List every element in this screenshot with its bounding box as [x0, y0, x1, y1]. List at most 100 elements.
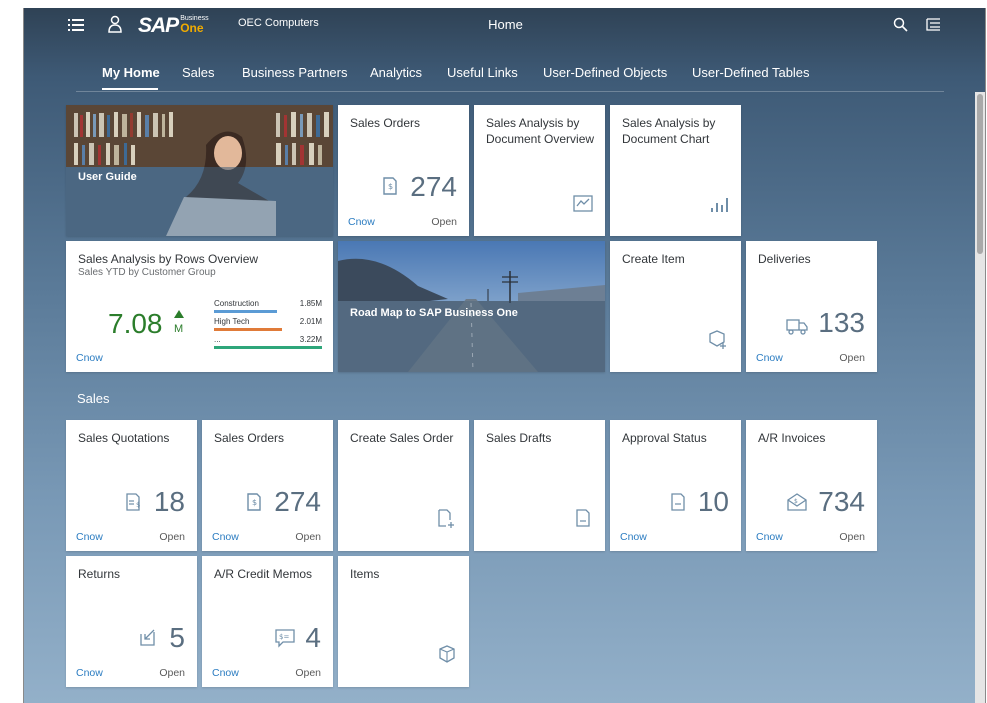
bar-value: 2.01M [299, 317, 322, 326]
tile-title: Sales Orders [214, 431, 285, 445]
delivery-truck-icon [786, 319, 808, 335]
tile-sales-analysis-document-chart[interactable]: Sales Analysis by Document Chart [610, 105, 741, 236]
bar-value: 1.85M [299, 299, 322, 308]
tile-count: 734 [818, 486, 865, 517]
tile-count: 4 [305, 622, 321, 653]
user-icon[interactable] [108, 15, 122, 33]
refresh-status: Cnow [76, 531, 103, 543]
tile-count: 274 [410, 171, 457, 202]
tile-title: Sales Drafts [486, 431, 552, 445]
refresh-status: Cnow [212, 531, 239, 543]
refresh-status: Cnow [756, 531, 783, 543]
tile-count: 274 [274, 486, 321, 517]
credit-memo-icon: $= [275, 629, 295, 648]
tile-user-guide-caption: User Guide [78, 171, 137, 183]
tile-ar-invoices[interactable]: A/R Invoices $ 734 Cnow Open [746, 420, 877, 551]
sap-business-one-logo[interactable]: SAP Business One [138, 15, 209, 37]
tab-useful-links[interactable]: Useful Links [447, 65, 518, 80]
tab-analytics[interactable]: Analytics [370, 65, 422, 80]
tile-sales-quotations[interactable]: Sales Quotations $ 18 Cnow Open [66, 420, 197, 551]
sales-order-document-icon: $ [247, 493, 261, 511]
draft-document-icon [576, 509, 590, 527]
kpi-value: 7.08 [108, 308, 163, 339]
search-icon[interactable] [893, 17, 908, 32]
bar-label: ... [214, 335, 221, 344]
logo-one-text: One [180, 21, 204, 35]
bar-value: 3.22M [299, 335, 322, 344]
tile-sales-analysis-document-overview[interactable]: Sales Analysis by Document Overview [474, 105, 605, 236]
tile-status-label: Open [159, 531, 185, 543]
tile-sales-orders[interactable]: Sales Orders $ 274 Cnow Open [202, 420, 333, 551]
tile-sales-analysis-rows-overview[interactable]: Sales Analysis by Rows Overview Sales YT… [66, 241, 333, 372]
active-tab-indicator [102, 88, 158, 90]
svg-text:$: $ [794, 498, 798, 505]
refresh-status: Cnow [620, 531, 647, 543]
bar-fill [214, 328, 283, 331]
tile-approval-status[interactable]: Approval Status 10 Cnow [610, 420, 741, 551]
tile-create-item[interactable]: Create Item [610, 241, 741, 372]
tab-my-home[interactable]: My Home [102, 65, 160, 80]
tile-title: Deliveries [758, 252, 811, 266]
tile-sales-drafts[interactable]: Sales Drafts [474, 420, 605, 551]
tile-title: A/R Invoices [758, 431, 826, 445]
tile-status-label: Open [295, 667, 321, 679]
tile-status-label: Open [839, 531, 865, 543]
tile-title: Sales Analysis by Document Overview [486, 116, 595, 146]
tile-title: Sales Orders [350, 116, 421, 130]
tile-ar-credit-memos[interactable]: A/R Credit Memos $= 4 Cnow Open [202, 556, 333, 687]
tile-items[interactable]: Items [338, 556, 469, 687]
tile-title: Approval Status [622, 431, 707, 445]
create-item-icon [709, 330, 726, 349]
tile-status-label: Open [159, 667, 185, 679]
tile-user-guide[interactable]: User Guide [66, 105, 333, 236]
bar-fill [214, 310, 277, 313]
tile-road-map-caption: Road Map to SAP Business One [350, 307, 518, 319]
tile-deliveries[interactable]: Deliveries 133 Cnow Open [746, 241, 877, 372]
tile-create-sales-order[interactable]: Create Sales Order [338, 420, 469, 551]
svg-text:$: $ [136, 501, 140, 509]
tile-status-label: Open [431, 216, 457, 228]
tab-bar: My Home Sales Business Partners Analytic… [76, 59, 944, 92]
tile-count: 10 [697, 486, 729, 517]
bar-chart-icon [711, 198, 728, 212]
tile-status-label: Open [839, 352, 865, 364]
refresh-icon: C [212, 531, 220, 543]
tile-title: Returns [78, 567, 121, 581]
tile-title: Create Item [622, 252, 685, 266]
refresh-status: Cnow [76, 667, 103, 679]
tile-count: 5 [169, 622, 185, 653]
tab-sales[interactable]: Sales [182, 65, 215, 80]
invoice-envelope-icon: $ [787, 493, 807, 511]
refresh-status: Cnow [212, 667, 239, 679]
bar-fill [214, 346, 322, 349]
refresh-status: Cnow [76, 352, 103, 364]
refresh-icon: C [212, 667, 220, 679]
tab-user-defined-tables[interactable]: User-Defined Tables [692, 65, 810, 80]
tile-subtitle: Sales YTD by Customer Group [78, 267, 216, 278]
report-overview-icon [573, 195, 593, 212]
refresh-icon: C [348, 216, 356, 228]
tile-title: Items [350, 567, 380, 581]
refresh-icon: C [76, 352, 84, 364]
tile-returns[interactable]: Returns 5 Cnow Open [66, 556, 197, 687]
bar-label: Construction [214, 299, 259, 308]
svg-text:$: $ [388, 182, 393, 191]
tile-count: 18 [153, 486, 185, 517]
tab-business-partners[interactable]: Business Partners [242, 65, 348, 80]
refresh-icon: C [620, 531, 628, 543]
approval-document-icon [671, 493, 685, 511]
refresh-icon: C [756, 531, 764, 543]
refresh-icon: C [756, 352, 764, 364]
menu-icon[interactable] [68, 17, 84, 33]
section-title-sales: Sales [77, 391, 110, 406]
tile-road-map[interactable]: Road Map to SAP Business One [338, 241, 605, 372]
tile-title: Sales Analysis by Document Chart [622, 116, 716, 146]
company-name[interactable]: OEC Computers [238, 17, 319, 29]
quotation-document-icon: $ [126, 493, 140, 511]
scrollbar-thumb[interactable] [977, 94, 983, 254]
return-arrow-icon [140, 629, 155, 646]
notifications-icon[interactable] [926, 17, 941, 32]
sales-order-document-icon: $ [383, 177, 397, 195]
tile-sales-orders-home[interactable]: Sales Orders $ 274 Cnow Open [338, 105, 469, 236]
tab-user-defined-objects[interactable]: User-Defined Objects [543, 65, 667, 80]
